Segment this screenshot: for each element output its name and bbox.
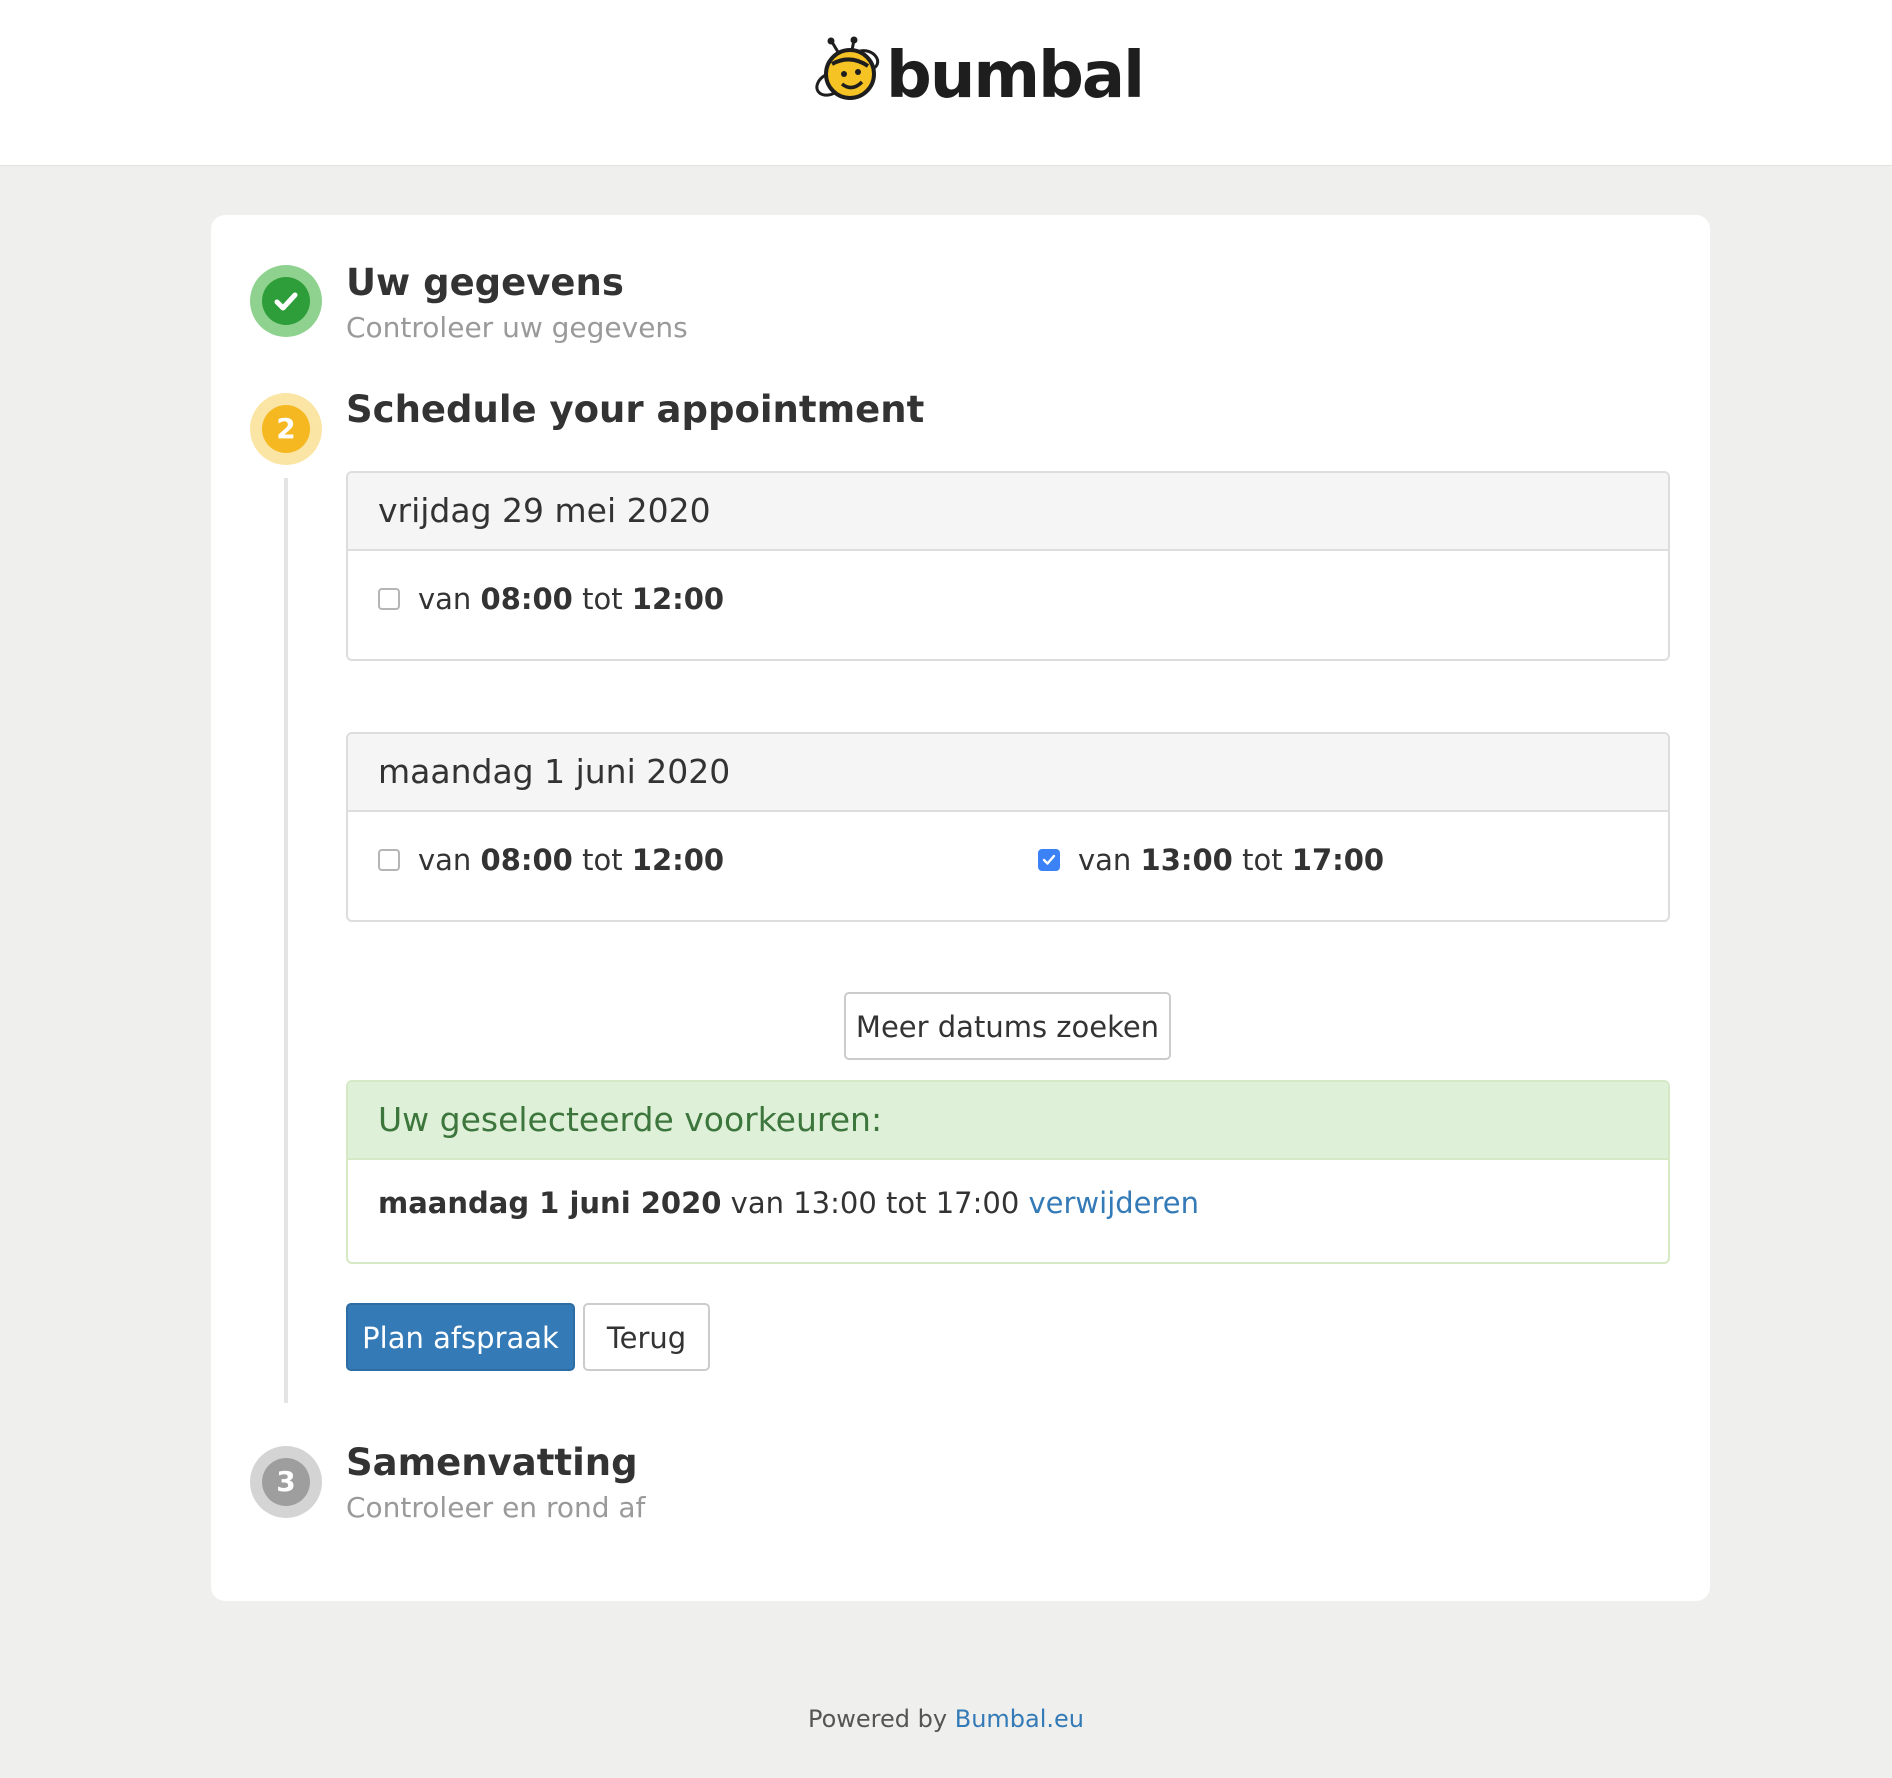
step-1-title: Uw gegevens xyxy=(346,261,624,304)
more-dates-button[interactable]: Meer datums zoeken xyxy=(844,992,1171,1060)
bee-icon xyxy=(815,36,880,100)
slot-mid: tot xyxy=(582,582,623,616)
selected-preferences-panel: Uw geselecteerde voorkeuren: maandag 1 j… xyxy=(346,1080,1670,1264)
step-3-indicator: 3 xyxy=(250,1446,322,1518)
slot-to: 12:00 xyxy=(631,843,725,877)
slot-to: 12:00 xyxy=(631,582,725,616)
slot-from: 13:00 xyxy=(1140,843,1233,877)
step-1-subtitle: Controleer uw gegevens xyxy=(346,311,688,344)
step-3-subtitle: Controleer en rond af xyxy=(346,1491,646,1524)
day-panel: vrijdag 29 mei 2020 van 08:00 tot 12:00 xyxy=(346,471,1670,661)
slot-checkbox[interactable] xyxy=(378,849,400,871)
remove-preference-link[interactable]: verwijderen xyxy=(1029,1186,1200,1220)
slot-prefix: van xyxy=(418,582,472,616)
slot-checkbox[interactable] xyxy=(378,588,400,610)
slot-from: 08:00 xyxy=(480,843,573,877)
step-2-indicator: 2 xyxy=(250,393,322,465)
step-3-title: Samenvatting xyxy=(346,1441,638,1484)
day-panel: maandag 1 juni 2020 van 08:00 tot 12:00 … xyxy=(346,732,1670,922)
day-date: vrijdag 29 mei 2020 xyxy=(348,473,1668,551)
check-icon xyxy=(274,292,298,311)
slot-from: 08:00 xyxy=(480,582,573,616)
time-slot-option[interactable]: van 08:00 tot 12:00 xyxy=(378,840,724,880)
slot-mid: tot xyxy=(582,843,623,877)
step-2-title: Schedule your appointment xyxy=(346,388,925,431)
day-date: maandag 1 juni 2020 xyxy=(348,734,1668,812)
top-bar: bumbal xyxy=(0,0,1892,166)
step-3-number: 3 xyxy=(262,1458,310,1506)
back-button[interactable]: Terug xyxy=(583,1303,710,1371)
preference-time: van 13:00 tot 17:00 xyxy=(730,1186,1020,1220)
wizard-card: Uw gegevens Controleer uw gegevens 2 Sch… xyxy=(211,215,1710,1601)
bumbal-logo[interactable]: bumbal xyxy=(810,36,1145,116)
slot-prefix: van xyxy=(418,843,472,877)
time-slot-option[interactable]: van 13:00 tot 17:00 xyxy=(1038,840,1384,880)
slot-checkbox-checked[interactable] xyxy=(1038,849,1060,871)
preferences-title: Uw geselecteerde voorkeuren: xyxy=(348,1082,1668,1160)
preference-date: maandag 1 juni 2020 xyxy=(378,1186,722,1220)
checkmark-icon xyxy=(1042,854,1056,865)
slot-mid: tot xyxy=(1242,843,1283,877)
time-slot-option[interactable]: van 08:00 tot 12:00 xyxy=(378,579,724,619)
preference-item: maandag 1 juni 2020 van 13:00 tot 17:00 … xyxy=(378,1186,1199,1220)
slot-prefix: van xyxy=(1078,843,1132,877)
footer-text: Powered by xyxy=(807,1705,948,1733)
logo-text: bumbal xyxy=(886,39,1145,113)
footer-link[interactable]: Bumbal.eu xyxy=(955,1705,1084,1733)
plan-appointment-button[interactable]: Plan afspraak xyxy=(346,1303,575,1371)
slot-to: 17:00 xyxy=(1291,843,1385,877)
step-2-number: 2 xyxy=(262,405,310,453)
step-timeline xyxy=(284,478,288,1403)
footer: Powered by Bumbal.eu xyxy=(0,1705,1892,1733)
step-1-indicator xyxy=(250,265,322,337)
